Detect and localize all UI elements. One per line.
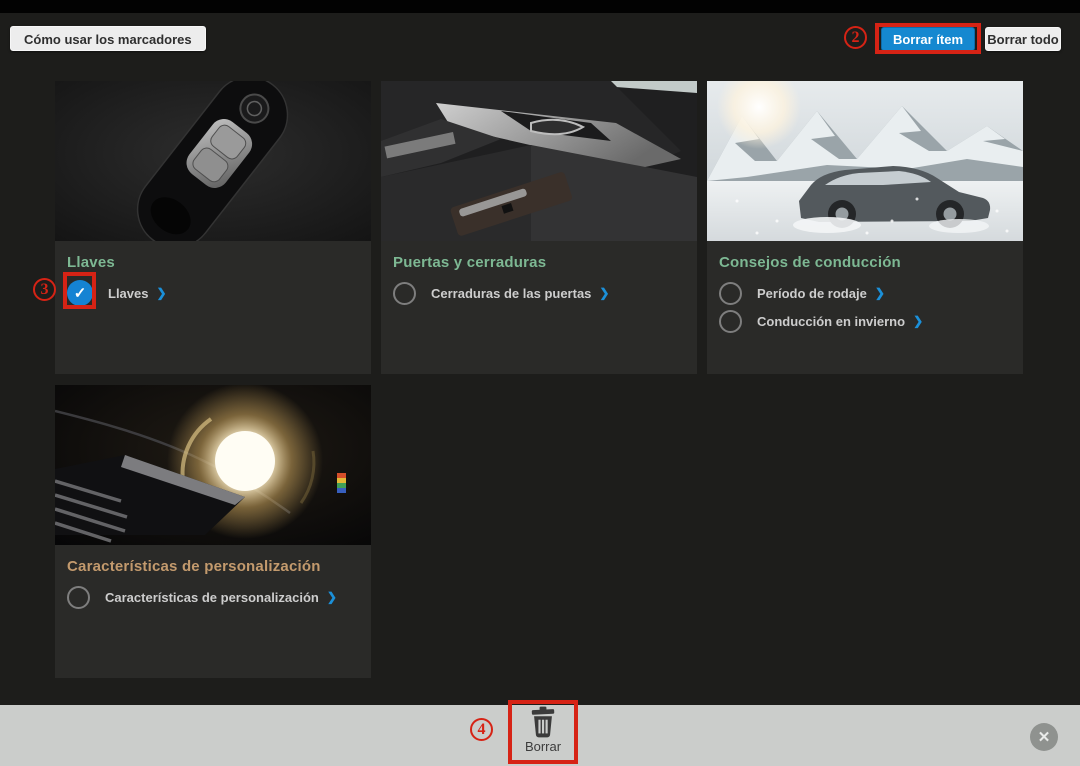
how-to-use-bookmarks-button[interactable]: Cómo usar los marcadores (10, 26, 206, 51)
checkbox-unchecked-icon[interactable] (393, 282, 416, 305)
close-icon: ✕ (1038, 728, 1051, 746)
checkbox-unchecked-icon[interactable] (67, 586, 90, 609)
bookmark-item-door-locks[interactable]: Cerraduras de las puertas ❯ (393, 280, 685, 306)
bookmark-item-label[interactable]: Cerraduras de las puertas (431, 286, 591, 301)
key-fob-photo (55, 81, 371, 241)
close-button[interactable]: ✕ (1030, 723, 1058, 751)
delete-action-label: Borrar (513, 739, 573, 754)
bookmark-item-label[interactable]: Período de rodaje (757, 286, 867, 301)
chevron-right-icon: ❯ (599, 286, 609, 300)
bookmark-item-label[interactable]: Llaves (108, 286, 148, 301)
bookmark-item-label[interactable]: Características de personalización (105, 590, 319, 605)
delete-all-button[interactable]: Borrar todo (985, 27, 1061, 51)
bookmark-item-personalization[interactable]: Características de personalización ❯ (67, 584, 359, 610)
bookmark-card-doors: Puertas y cerraduras Cerraduras de las p… (381, 81, 697, 374)
card-title-keys: Llaves (67, 255, 359, 271)
bookmark-card-keys: Llaves ✓ Llaves ❯ (55, 81, 371, 374)
checkbox-checked-icon[interactable]: ✓ (67, 280, 93, 306)
bookmark-card-driving-tips: Consejos de conducción Período de rodaje… (707, 81, 1023, 374)
checkbox-unchecked-icon[interactable] (719, 310, 742, 333)
bookmark-item-label[interactable]: Conducción en invierno (757, 314, 905, 329)
card-title-personalization: Características de personalización (67, 559, 359, 575)
checkbox-unchecked-icon[interactable] (719, 282, 742, 305)
bookmark-card-personalization: Características de personalización Carac… (55, 385, 371, 678)
suv-in-snow-photo (707, 81, 1023, 241)
chevron-right-icon: ❯ (913, 314, 923, 328)
chevron-right-icon: ❯ (327, 590, 337, 604)
chevron-right-icon: ❯ (875, 286, 885, 300)
bookmark-item-winter-driving[interactable]: Conducción en invierno ❯ (719, 308, 1011, 334)
top-black-strip (0, 0, 1080, 13)
card-title-driving-tips: Consejos de conducción (719, 255, 1011, 271)
delete-action-button[interactable]: Borrar (513, 706, 573, 754)
bookmark-item-keys[interactable]: ✓ Llaves ❯ (67, 280, 359, 306)
door-panel-photo (381, 81, 697, 241)
annotation-step-2-number: 2 (844, 26, 867, 49)
bookmark-item-break-in[interactable]: Período de rodaje ❯ (719, 280, 1011, 306)
headlight-photo (55, 385, 371, 545)
delete-item-button[interactable]: Borrar ítem (881, 27, 975, 51)
card-title-doors: Puertas y cerraduras (393, 255, 685, 271)
chevron-right-icon: ❯ (156, 286, 166, 300)
annotation-step-3-number: 3 (33, 278, 56, 301)
trash-icon (529, 706, 557, 738)
